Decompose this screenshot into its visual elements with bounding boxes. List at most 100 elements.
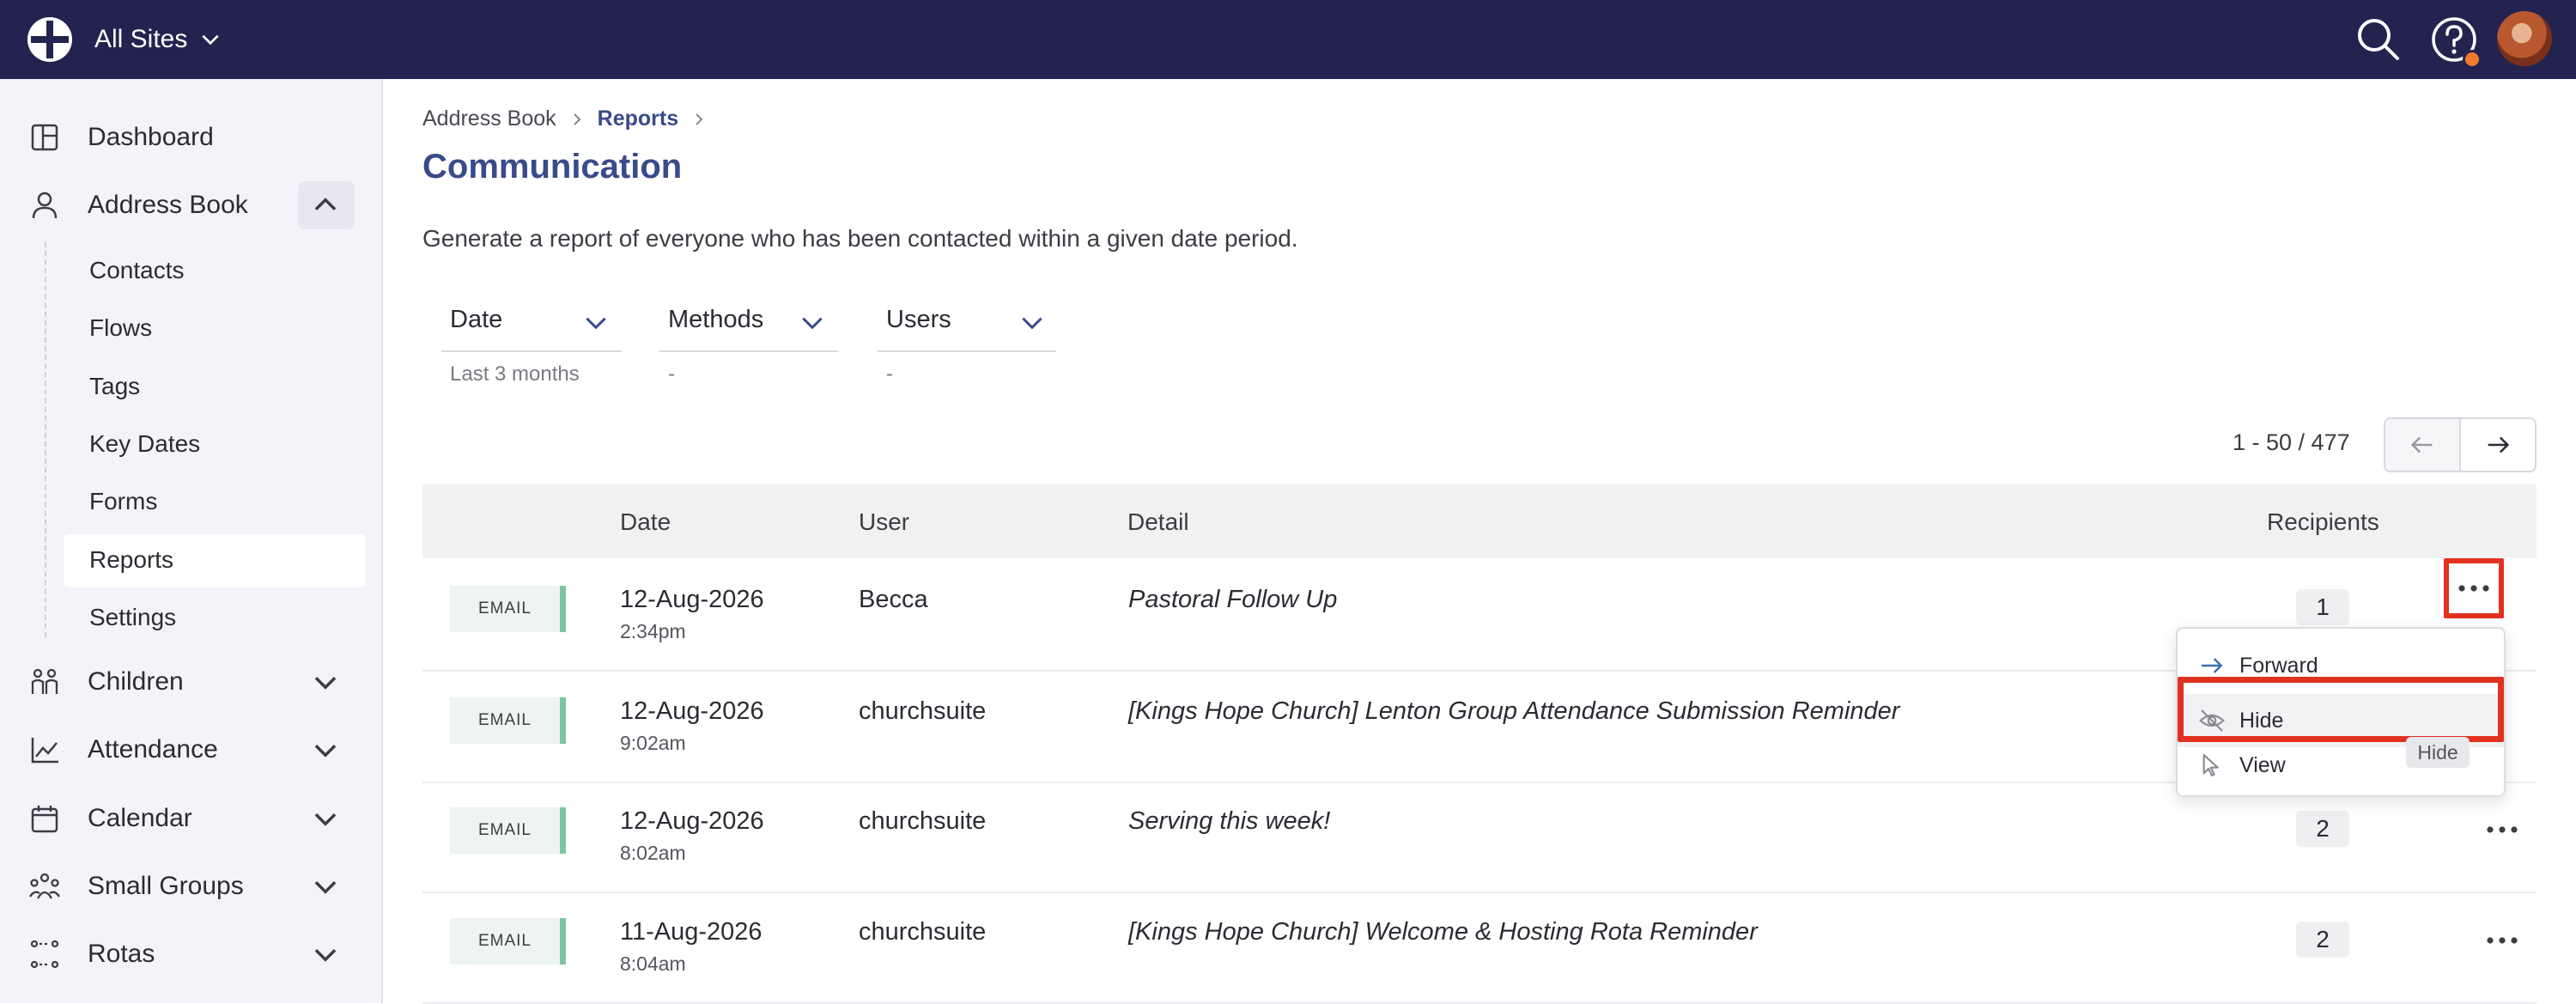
row-detail[interactable]: [Kings Hope Church] Welcome & Hosting Ro…: [1128, 918, 1758, 946]
column-header-recipients[interactable]: Recipients: [2267, 508, 2379, 536]
previous-page-button[interactable]: [2384, 417, 2461, 472]
method-badge: EMAIL: [450, 586, 566, 632]
chevron-down-icon: [802, 317, 823, 330]
page-description: Generate a report of everyone who has be…: [422, 225, 1298, 252]
chevron-down-icon[interactable]: [309, 938, 342, 971]
sidebar-item-label: Dashboard: [88, 123, 214, 151]
site-selector[interactable]: All Sites: [94, 21, 222, 58]
column-header-user[interactable]: User: [859, 508, 909, 536]
row-recipients-count: 2: [2296, 811, 2349, 847]
hide-highlight-box: [2178, 677, 2504, 742]
sidebar-subitem-forms[interactable]: Forms: [89, 476, 157, 527]
row-date: 12-Aug-2026: [620, 807, 764, 835]
row-actions-button[interactable]: [2444, 558, 2504, 618]
menu-item-label: View: [2239, 752, 2286, 777]
arrow-right-icon: [2202, 658, 2223, 673]
arrow-left-icon: [2410, 436, 2433, 453]
arrow-right-icon: [2488, 436, 2510, 453]
table-row[interactable]: EMAIL 12-Aug-2026 8:02am churchsuite Ser…: [422, 782, 2537, 893]
table-row[interactable]: EMAIL 11-Aug-2026 8:04am churchsuite [Ki…: [422, 892, 2537, 1004]
filter-label: Methods: [668, 306, 764, 333]
row-user: churchsuite: [859, 918, 987, 946]
more-horizontal-icon: [2487, 826, 2518, 833]
calendar-icon: [31, 806, 58, 833]
row-detail[interactable]: Pastoral Follow Up: [1128, 586, 1337, 614]
breadcrumb-parent-link[interactable]: Address Book: [422, 106, 556, 131]
next-page-button[interactable]: [2459, 417, 2537, 472]
chevron-down-icon[interactable]: [309, 733, 342, 766]
sidebar-item-children[interactable]: Children: [0, 654, 381, 709]
submenu-guide-line: [45, 242, 46, 637]
chevron-up-icon[interactable]: [309, 189, 342, 222]
sidebar-item-label: Address Book: [88, 191, 248, 219]
row-actions-button[interactable]: [2476, 923, 2528, 958]
rota-icon: [30, 940, 59, 969]
chart-icon: [31, 738, 58, 764]
sidebar-item-small-groups[interactable]: Small Groups: [0, 859, 381, 914]
site-selector-label: All Sites: [94, 25, 188, 53]
sidebar-item-dashboard[interactable]: Dashboard: [0, 110, 381, 165]
sidebar-item-label: Attendance: [88, 735, 218, 764]
column-header-date[interactable]: Date: [620, 508, 671, 536]
pagination-status: 1 - 50 / 477: [2233, 429, 2350, 455]
breadcrumb: Address Book Reports: [422, 106, 720, 131]
row-actions-button[interactable]: [2476, 812, 2528, 847]
sidebar-item-attendance[interactable]: Attendance: [0, 722, 381, 777]
filter-methods-value: -: [668, 362, 675, 386]
sidebar-item-label: Small Groups: [88, 872, 244, 900]
chevron-down-icon: [202, 34, 219, 46]
row-date: 12-Aug-2026: [620, 586, 764, 613]
method-badge: EMAIL: [450, 807, 566, 854]
sidebar-item-label: Children: [88, 667, 184, 696]
chevron-down-icon: [586, 317, 606, 330]
sidebar-item-rotas[interactable]: Rotas: [0, 927, 381, 982]
sidebar-subitem-reports[interactable]: Reports: [89, 534, 173, 586]
search-icon[interactable]: [2353, 14, 2404, 65]
group-icon: [29, 873, 60, 899]
sidebar-item-label: Rotas: [88, 940, 155, 968]
chevron-right-icon: [574, 113, 580, 125]
method-badge: EMAIL: [450, 697, 566, 744]
row-recipients-count: 2: [2296, 922, 2349, 958]
sidebar-item-calendar[interactable]: Calendar: [0, 791, 381, 846]
top-bar: All Sites: [0, 0, 2576, 79]
dashboard-icon: [31, 124, 58, 151]
logo-icon[interactable]: [26, 15, 74, 64]
sidebar-subitem-tags[interactable]: Tags: [89, 361, 140, 412]
row-recipients-count: 1: [2296, 589, 2349, 625]
children-icon: [31, 668, 58, 694]
sidebar-subitem-key-dates[interactable]: Key Dates: [89, 418, 200, 470]
menu-item-label: Forward: [2239, 653, 2318, 678]
sidebar-subitem-contacts[interactable]: Contacts: [89, 245, 185, 296]
column-header-detail[interactable]: Detail: [1127, 508, 1189, 536]
chevron-down-icon[interactable]: [309, 666, 342, 698]
row-user: Becca: [859, 586, 928, 613]
row-user: churchsuite: [859, 697, 987, 725]
row-time: 9:02am: [620, 732, 686, 754]
notification-dot: [2463, 50, 2482, 69]
chevron-down-icon[interactable]: [309, 802, 342, 835]
row-time: 8:04am: [620, 952, 686, 975]
chevron-down-icon[interactable]: [309, 870, 342, 903]
chevron-down-icon: [1022, 317, 1042, 330]
filter-date[interactable]: Date: [441, 295, 622, 352]
row-time: 2:34pm: [620, 620, 686, 642]
row-detail[interactable]: [Kings Hope Church] Lenton Group Attenda…: [1128, 697, 1899, 726]
user-avatar[interactable]: [2497, 11, 2552, 66]
cursor-icon: [2202, 753, 2219, 777]
chevron-right-icon: [696, 113, 703, 125]
filter-users-value: -: [886, 362, 893, 386]
filter-label: Date: [450, 306, 503, 333]
sidebar-item-address-book[interactable]: Address Book: [0, 178, 381, 233]
breadcrumb-current[interactable]: Reports: [598, 106, 678, 131]
sidebar-subitem-flows[interactable]: Flows: [89, 302, 152, 354]
more-horizontal-icon: [2487, 937, 2518, 944]
row-detail[interactable]: Serving this week!: [1128, 807, 1330, 836]
filter-methods[interactable]: Methods: [659, 295, 838, 352]
row-date: 11-Aug-2026: [620, 918, 762, 946]
sidebar-subitem-settings[interactable]: Settings: [89, 592, 176, 643]
row-time: 8:02am: [620, 842, 686, 864]
row-date: 12-Aug-2026: [620, 697, 764, 725]
filter-users[interactable]: Users: [878, 295, 1056, 352]
sidebar-item-label: Calendar: [88, 804, 192, 832]
